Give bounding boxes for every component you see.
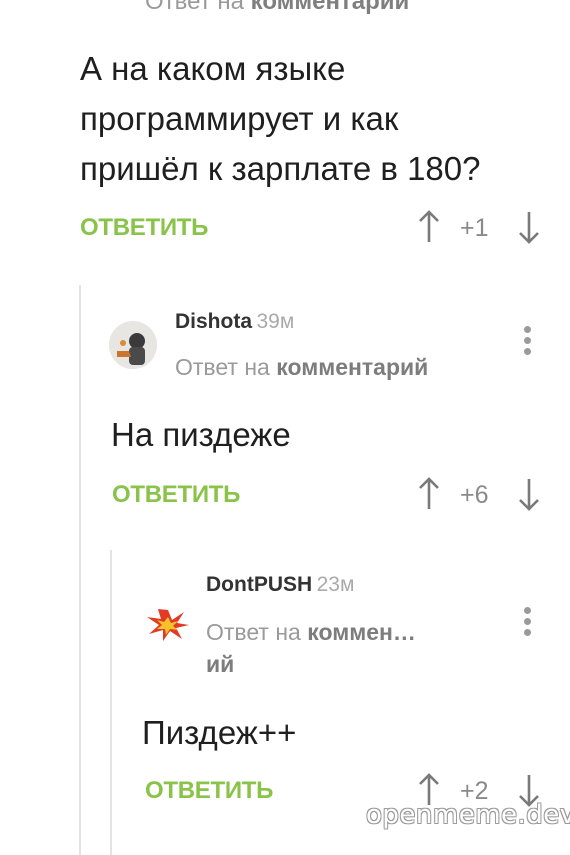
reply-button[interactable]: ОТВЕТИТЬ [112, 481, 240, 509]
score: +6 [460, 481, 489, 509]
reply-to-label[interactable]: Ответ на комментарий [175, 354, 428, 381]
more-vertical-icon[interactable] [524, 607, 532, 640]
reply-to-label-top: Ответ на комментарий [145, 0, 410, 15]
avatar-image [109, 321, 157, 369]
comment-header: DontPUSH 23м [206, 573, 354, 597]
comment-text: На пиздеже [111, 416, 291, 453]
arrow-down-icon[interactable] [518, 477, 540, 511]
watermark: openmeme.dev [366, 800, 570, 830]
reply-button[interactable]: ОТВЕТИТЬ [80, 214, 208, 242]
reply-to-label-wrap: ий [206, 651, 235, 677]
thread-line [79, 285, 81, 855]
comment-text: Пиздеж++ [142, 714, 297, 751]
reply-to-label[interactable]: Ответ на коммен… [206, 619, 416, 646]
thread-line [110, 550, 112, 855]
arrow-up-icon[interactable] [418, 210, 440, 244]
timestamp: 23м [316, 573, 355, 596]
score: +1 [460, 214, 489, 242]
arrow-up-icon[interactable] [418, 477, 440, 511]
timestamp: 39м [256, 310, 295, 333]
comment-header: Dishota 39м [175, 310, 294, 334]
author-name[interactable]: DontPUSH [206, 573, 312, 596]
avatar[interactable] [146, 608, 190, 642]
arrow-down-icon[interactable] [518, 210, 540, 244]
author-name[interactable]: Dishota [175, 310, 252, 333]
reply-button[interactable]: ОТВЕТИТЬ [145, 777, 273, 805]
avatar[interactable] [109, 321, 157, 369]
more-vertical-icon[interactable] [524, 326, 532, 359]
comment-text: А на каком языке программирует и как при… [80, 50, 481, 187]
